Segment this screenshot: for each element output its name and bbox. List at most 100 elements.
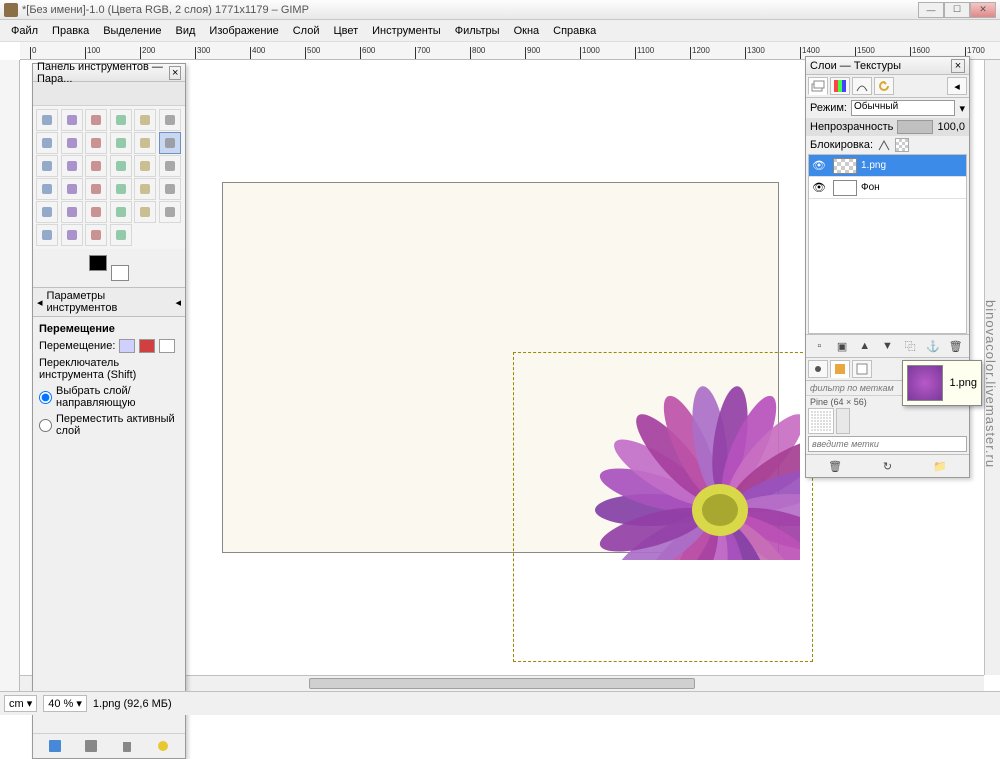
layer-group-icon[interactable]: ▣ <box>834 338 850 354</box>
perspective-clone-tool[interactable] <box>36 224 58 246</box>
menu-слой[interactable]: Слой <box>286 23 327 39</box>
texture-swatch-17[interactable] <box>820 417 822 419</box>
texture-swatch-41[interactable] <box>829 426 831 428</box>
texture-swatch-13[interactable] <box>829 414 831 416</box>
foreground-color[interactable] <box>89 255 107 271</box>
texture-swatch-0[interactable] <box>811 411 813 413</box>
layer-1.png[interactable]: 👁1.png <box>809 155 966 177</box>
texture-swatch-44[interactable] <box>817 429 819 431</box>
texture-tag-input[interactable] <box>808 436 967 452</box>
blend-tool[interactable] <box>134 178 156 200</box>
move-mode-layer-icon[interactable] <box>119 339 135 353</box>
visibility-icon[interactable]: 👁 <box>809 181 829 194</box>
toolbox-close-icon[interactable]: × <box>169 66 181 80</box>
texture-swatch-30[interactable] <box>817 423 819 425</box>
rect-select-tool[interactable] <box>36 109 58 131</box>
menu-вид[interactable]: Вид <box>169 23 203 39</box>
zoom-tool[interactable] <box>110 132 132 154</box>
texture-swatch-22[interactable] <box>814 420 816 422</box>
texture-swatch-25[interactable] <box>823 420 825 422</box>
tab-channels-icon[interactable] <box>830 77 850 95</box>
texture-swatch-2[interactable] <box>817 411 819 413</box>
delete-texture-icon[interactable]: 🗑 <box>827 458 843 474</box>
heal-tool[interactable] <box>159 201 181 223</box>
rotate-tool[interactable] <box>85 155 107 177</box>
texture-swatch-33[interactable] <box>826 423 828 425</box>
airbrush-tool[interactable] <box>85 201 107 223</box>
texture-swatch-21[interactable] <box>811 420 813 422</box>
color-picker-tool[interactable] <box>85 132 107 154</box>
texture-swatch-9[interactable] <box>817 414 819 416</box>
texture-swatch-42[interactable] <box>811 429 813 431</box>
mode-dropdown-icon[interactable]: ▾ <box>959 102 965 115</box>
scale-tool[interactable] <box>110 155 132 177</box>
texture-swatch-10[interactable] <box>820 414 822 416</box>
restore-options-icon[interactable] <box>83 738 99 754</box>
visibility-icon[interactable]: 👁 <box>809 159 829 172</box>
free-select-tool[interactable] <box>85 109 107 131</box>
texture-swatch-15[interactable] <box>814 417 816 419</box>
menu-фильтры[interactable]: Фильтры <box>448 23 507 39</box>
background-color[interactable] <box>111 265 129 281</box>
foreground-select-tool[interactable] <box>36 132 58 154</box>
texture-swatch-1[interactable] <box>814 411 816 413</box>
opacity-slider[interactable] <box>897 120 933 134</box>
lock-pixels-icon[interactable] <box>877 138 891 152</box>
eraser-tool[interactable] <box>61 201 83 223</box>
tab-brushes-icon[interactable] <box>808 360 828 378</box>
unit-selector[interactable]: cm ▾ <box>4 695 37 712</box>
texture-swatch-35[interactable] <box>811 426 813 428</box>
texture-swatch-4[interactable] <box>823 411 825 413</box>
color-select-tool[interactable] <box>134 109 156 131</box>
layers-close-icon[interactable]: × <box>951 59 965 73</box>
move-mode-path-icon[interactable] <box>159 339 175 353</box>
save-options-icon[interactable] <box>47 738 63 754</box>
smudge-tool[interactable] <box>85 224 107 246</box>
layer-Фон[interactable]: 👁Фон <box>809 177 966 199</box>
menu-справка[interactable]: Справка <box>546 23 603 39</box>
texture-swatch-19[interactable] <box>826 417 828 419</box>
menu-правка[interactable]: Правка <box>45 23 96 39</box>
anchor-layer-icon[interactable]: ⚓ <box>925 338 941 354</box>
tab-undo-icon[interactable] <box>874 77 894 95</box>
texture-swatch-28[interactable] <box>811 423 813 425</box>
pencil-tool[interactable] <box>159 178 181 200</box>
tab-menu-icon[interactable]: ◂ <box>947 77 967 95</box>
menu-изображение[interactable]: Изображение <box>202 23 285 39</box>
texture-swatch-18[interactable] <box>823 417 825 419</box>
texture-swatch-20[interactable] <box>829 417 831 419</box>
texture-swatch-37[interactable] <box>817 426 819 428</box>
move-tool[interactable] <box>159 132 181 154</box>
tab-gradients-icon[interactable] <box>852 360 872 378</box>
texture-swatch-43[interactable] <box>814 429 816 431</box>
shear-tool[interactable] <box>134 155 156 177</box>
texture-swatch-45[interactable] <box>820 429 822 431</box>
texture-swatch-27[interactable] <box>829 420 831 422</box>
tool-options-header[interactable]: ◂Параметры инструментов◂ <box>33 287 185 317</box>
texture-swatch-31[interactable] <box>820 423 822 425</box>
measure-tool[interactable] <box>134 132 156 154</box>
menu-инструменты[interactable]: Инструменты <box>365 23 448 39</box>
texture-swatch-11[interactable] <box>823 414 825 416</box>
menu-файл[interactable]: Файл <box>4 23 45 39</box>
texture-swatch-39[interactable] <box>823 426 825 428</box>
crop-tool[interactable] <box>61 155 83 177</box>
layer-up-icon[interactable]: ▲ <box>857 338 873 354</box>
lock-alpha-icon[interactable] <box>895 138 909 152</box>
move-mode-selection-icon[interactable] <box>139 339 155 353</box>
tab-paths-icon[interactable] <box>852 77 872 95</box>
texture-swatch-47[interactable] <box>826 429 828 431</box>
texture-swatch-38[interactable] <box>820 426 822 428</box>
texture-swatch-26[interactable] <box>826 420 828 422</box>
fuzzy-select-tool[interactable] <box>110 109 132 131</box>
flip-tool[interactable] <box>36 178 58 200</box>
texture-swatch-6[interactable] <box>829 411 831 413</box>
duplicate-layer-icon[interactable]: ⿻ <box>902 338 918 354</box>
delete-options-icon[interactable] <box>119 738 135 754</box>
blur-tool[interactable] <box>61 224 83 246</box>
paths-tool[interactable] <box>61 132 83 154</box>
texture-swatch-24[interactable] <box>820 420 822 422</box>
zoom-level[interactable]: 40 % ▾ <box>43 695 87 712</box>
menu-окна[interactable]: Окна <box>507 23 547 39</box>
new-layer-icon[interactable]: ▫ <box>811 338 827 354</box>
